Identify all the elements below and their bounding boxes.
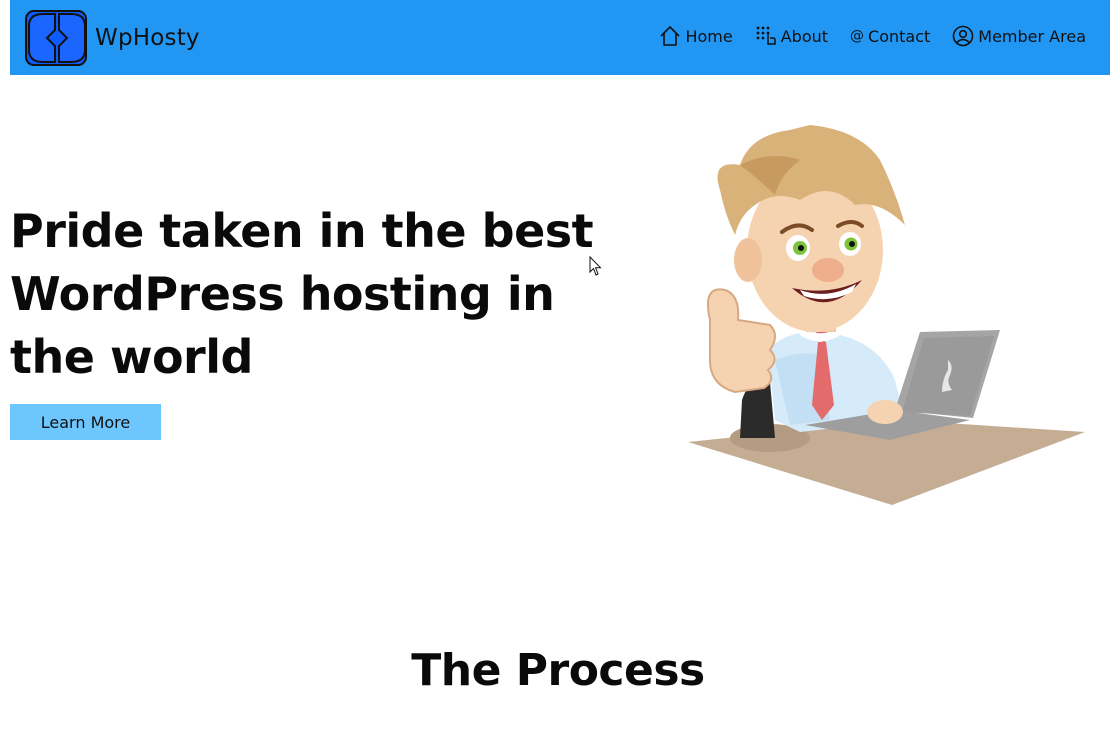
brand-name: WpHosty [95, 24, 200, 51]
nav-home[interactable]: Home [659, 25, 733, 47]
nav-contact[interactable]: @ Contact [850, 27, 930, 46]
nav-member-area[interactable]: Member Area [952, 25, 1086, 47]
developer-with-laptop-illustration [688, 125, 1085, 505]
process-section-title: The Process [411, 645, 705, 696]
learn-more-button[interactable]: Learn More [10, 404, 161, 440]
top-navbar: WpHosty Home About @ Contact Member Area [10, 0, 1110, 75]
nav-contact-label: Contact [868, 26, 931, 46]
brand[interactable]: WpHosty [25, 9, 200, 66]
nav-about-label: About [780, 26, 829, 46]
user-circle-icon [952, 25, 974, 47]
pointer-dots-icon [756, 26, 776, 45]
logo-icon [25, 9, 87, 66]
nav-member-area-label: Member Area [978, 26, 1086, 46]
hero-title: Pride taken in the best WordPress hostin… [10, 204, 594, 384]
nav-about[interactable]: About [755, 25, 828, 47]
at-icon: @ [850, 28, 865, 44]
nav-home-label: Home [685, 26, 733, 46]
main-nav: Home About @ Contact Member Area [637, 25, 1086, 47]
mouse-cursor-icon [589, 256, 602, 276]
home-icon [660, 26, 681, 46]
